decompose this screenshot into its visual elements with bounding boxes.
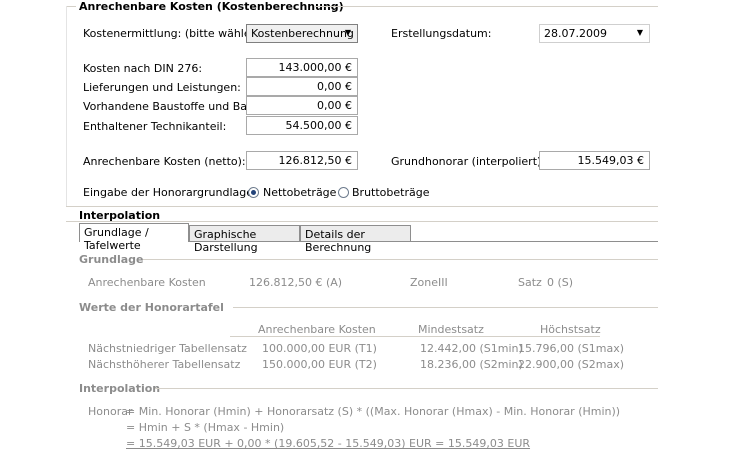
radio-net[interactable] — [248, 187, 259, 198]
date-label: Erstellungsdatum: — [391, 27, 492, 40]
grundlage-heading: Grundlage — [79, 253, 144, 266]
section-title-anrechenbare-kosten: Anrechenbare Kosten (Kostenberechnung) — [79, 0, 344, 13]
col-header-kosten: Anrechenbare Kosten — [258, 323, 376, 336]
formula-line-1: = Min. Honorar (Hmin) + Honorarsatz (S) … — [126, 405, 621, 418]
formula-line-2: = Hmin + S * (Hmax - Hmin) — [126, 421, 285, 434]
tab-details-berechnung[interactable]: Details der Berechnung — [300, 225, 411, 254]
table-cell-min: 18.236,00 (S2min) — [420, 358, 523, 371]
row-label-din276: Kosten nach DIN 276: — [83, 62, 203, 75]
table-cell-max: 15.796,00 (S1max) — [518, 342, 625, 355]
date-picker[interactable]: 28.07.2009 ▼ — [539, 24, 650, 43]
tab-grundlage[interactable]: Grundlage / Tafelwerte — [79, 223, 189, 252]
radio-net-label[interactable]: Nettobeträge — [263, 186, 336, 199]
satz-value: 0 (S) — [547, 276, 574, 289]
net-cost-label: Anrechenbare Kosten (netto): — [83, 155, 246, 168]
cost-method-dropdown[interactable]: Kostenberechnung ▼ — [246, 24, 358, 43]
table-cell-kosten: 100.000,00 EUR (T1) — [262, 342, 377, 355]
radio-gross[interactable] — [338, 187, 349, 198]
col-header-hoechstsatz: Höchstsatz — [540, 323, 601, 336]
din276-input[interactable]: 143.000,00 € — [246, 58, 358, 77]
zone-label: Zone — [410, 276, 439, 289]
grundhonorar-field[interactable]: 15.549,03 € — [539, 151, 650, 170]
table-cell-min: 12.442,00 (S1min) — [420, 342, 523, 355]
table-row-label: Nächstniedriger Tabellensatz — [88, 342, 247, 355]
lieferungen-input[interactable]: 0,00 € — [246, 77, 358, 96]
chevron-down-icon: ▼ — [636, 28, 643, 37]
grundlage-kosten-value: 126.812,50 € (A) — [249, 276, 343, 289]
row-label-technikanteil: Enthaltener Technikanteil: — [83, 120, 227, 133]
col-header-mindestsatz: Mindestsatz — [418, 323, 484, 336]
row-label-lieferungen: Lieferungen und Leistungen: — [83, 81, 241, 94]
satz-label: Satz — [518, 276, 542, 289]
basis-label: Eingabe der Honorargrundlage: — [83, 186, 257, 199]
grundhonorar-label: Grundhonorar (interpoliert) — [391, 155, 542, 168]
chevron-down-icon: ▼ — [344, 28, 351, 37]
cost-method-value: Kostenberechnung — [251, 27, 354, 40]
date-value: 28.07.2009 — [544, 27, 607, 40]
radio-gross-label[interactable]: Bruttobeträge — [352, 186, 429, 199]
table-cell-max: 22.900,00 (S2max) — [518, 358, 625, 371]
net-cost-field[interactable]: 126.812,50 € — [246, 151, 358, 170]
technikanteil-input[interactable]: 54.500,00 € — [246, 116, 358, 135]
tab-graphische-darstellung[interactable]: Graphische Darstellung — [189, 225, 300, 254]
zone-value: III — [438, 276, 448, 289]
table-row-label: Nächsthöherer Tabellensatz — [88, 358, 241, 371]
formula-line-3: = 15.549,03 EUR + 0,00 * (19.605,52 - 15… — [126, 437, 531, 450]
grundlage-kosten-label: Anrechenbare Kosten — [88, 276, 206, 289]
table-cell-kosten: 150.000,00 EUR (T2) — [262, 358, 377, 371]
interpolation-subheading: Interpolation — [79, 382, 161, 395]
werte-heading: Werte der Honorartafel — [79, 301, 224, 314]
baustoffe-input[interactable]: 0,00 € — [246, 96, 358, 115]
